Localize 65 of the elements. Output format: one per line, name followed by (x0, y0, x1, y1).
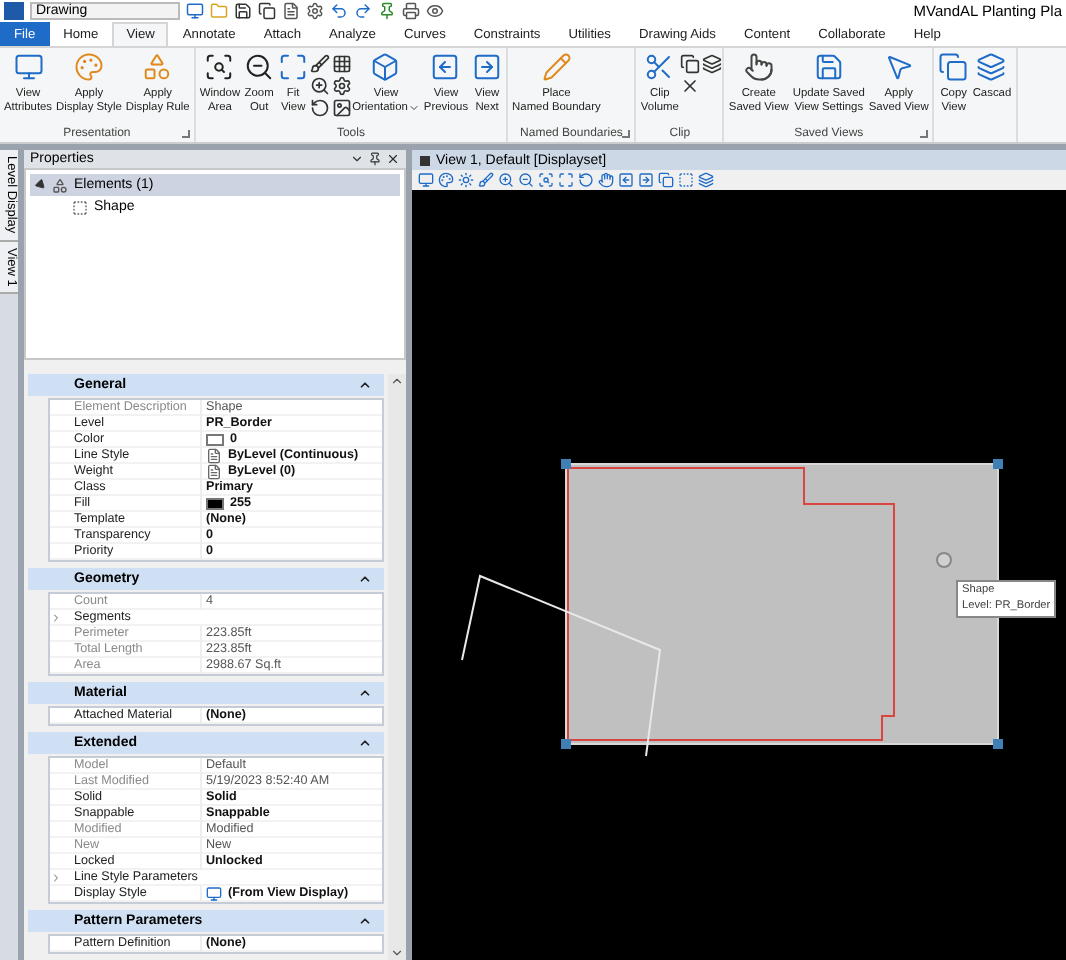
scroll-up-icon[interactable] (390, 374, 404, 388)
zoom-window-icon[interactable] (538, 172, 554, 188)
selection-handle[interactable] (993, 459, 1003, 469)
selection-handle[interactable] (993, 739, 1003, 749)
scissors-icon (644, 52, 675, 82)
collapse-icon[interactable] (358, 572, 372, 586)
hand-icon[interactable] (598, 172, 614, 188)
dropdown-icon[interactable] (350, 152, 364, 166)
dialog-launcher-icon[interactable] (920, 130, 929, 138)
collapse-icon[interactable] (358, 378, 372, 392)
cube-icon (370, 52, 401, 82)
fit-icon (278, 52, 309, 82)
expander-icon[interactable] (33, 177, 49, 193)
selection-handle[interactable] (561, 459, 571, 469)
grid-icon[interactable] (332, 54, 353, 74)
pin-icon[interactable] (378, 2, 396, 20)
monitor-icon (13, 52, 44, 82)
pencil-icon (541, 52, 572, 82)
scrollbar[interactable] (388, 374, 406, 960)
scroll-down-icon[interactable] (390, 946, 404, 960)
undo-icon[interactable] (330, 2, 348, 20)
close-icon[interactable] (386, 152, 400, 166)
picture-icon[interactable] (332, 98, 353, 118)
close-icon[interactable] (680, 76, 701, 96)
pin-icon[interactable] (368, 152, 382, 166)
gear-icon[interactable] (332, 76, 353, 96)
collapse-icon[interactable] (358, 686, 372, 700)
zoom-in-icon[interactable] (310, 76, 331, 96)
selection-handle[interactable] (561, 739, 571, 749)
layers-icon[interactable] (702, 54, 723, 74)
save-icon (813, 52, 844, 82)
copy-icon[interactable] (258, 2, 276, 20)
zoom-window-icon (204, 52, 235, 82)
redo-icon[interactable] (354, 2, 372, 20)
shapes-icon (142, 52, 173, 82)
hand-pointer-icon (743, 52, 774, 82)
brush-icon[interactable] (310, 54, 331, 74)
document-icon[interactable] (282, 2, 300, 20)
cursor-icon (883, 52, 914, 82)
palette-icon[interactable] (438, 172, 454, 188)
elements-icon (52, 177, 68, 193)
zoom-out-icon[interactable] (518, 172, 534, 188)
shape-icon (72, 199, 88, 215)
fit-icon[interactable] (558, 172, 574, 188)
monitor-icon[interactable] (186, 2, 204, 20)
save-icon[interactable] (234, 2, 252, 20)
monitor-icon (206, 886, 222, 902)
clip-icon[interactable] (678, 172, 694, 188)
rotate-icon[interactable] (310, 98, 331, 118)
sun-icon[interactable] (458, 172, 474, 188)
monitor-icon[interactable] (418, 172, 434, 188)
copy-icon[interactable] (680, 54, 701, 74)
collapse-icon[interactable] (358, 914, 372, 928)
preview-icon[interactable] (426, 2, 444, 20)
collapse-icon[interactable] (358, 736, 372, 750)
zoom-out-icon (244, 52, 275, 82)
window-icon (420, 155, 430, 165)
dialog-launcher-icon[interactable] (622, 130, 631, 138)
printer-icon[interactable] (402, 2, 420, 20)
layers-icon (976, 52, 1007, 82)
copy-icon (938, 52, 969, 82)
palette-icon (73, 52, 104, 82)
gear-icon[interactable] (306, 2, 324, 20)
dialog-launcher-icon[interactable] (181, 130, 190, 138)
cursor-circle (936, 552, 952, 568)
